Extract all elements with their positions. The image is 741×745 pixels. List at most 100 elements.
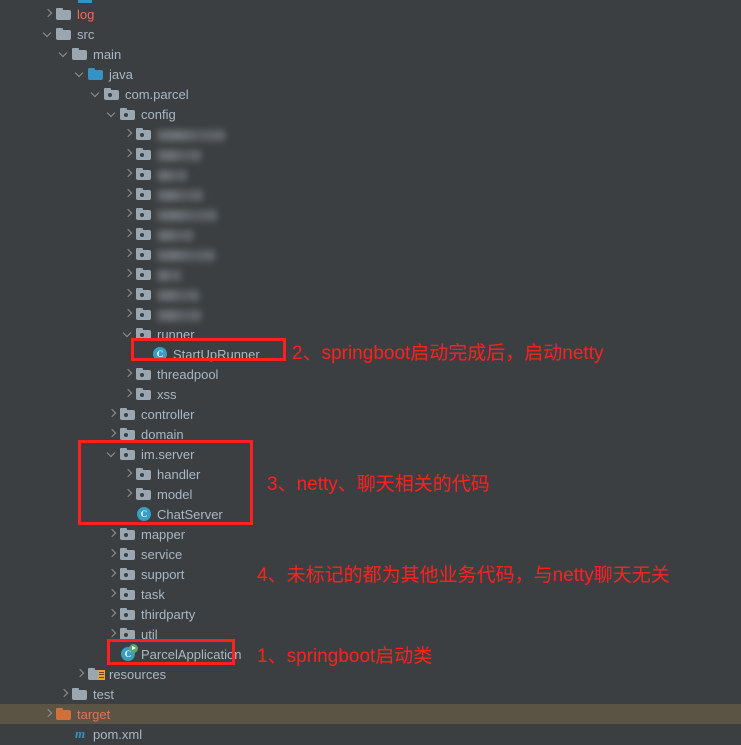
partial-row-above-sliver [78, 0, 92, 3]
tree-row[interactable] [0, 204, 741, 224]
no-arrow-spacer [120, 504, 136, 524]
resources-folder-icon [88, 666, 105, 682]
package-icon [136, 246, 152, 262]
tree-row-label [157, 247, 215, 262]
package-icon [136, 306, 152, 322]
note-3: 3、netty、聊天相关的代码 [267, 474, 490, 495]
no-arrow-spacer [136, 344, 152, 364]
chevron-right-icon[interactable] [120, 164, 136, 184]
package-icon [136, 166, 152, 182]
package-icon [136, 146, 152, 162]
tree-row[interactable]: target [0, 704, 741, 724]
tree-row-label [157, 267, 181, 282]
chevron-right-icon[interactable] [120, 364, 136, 384]
tree-row-label: task [141, 586, 165, 602]
tree-row[interactable]: C ChatServer [0, 504, 741, 524]
tree-row[interactable] [0, 224, 741, 244]
folder-icon [56, 26, 72, 42]
tree-row-label [157, 227, 193, 242]
package-icon [104, 86, 120, 102]
note-2: 2、springboot启动完成后，启动netty [292, 343, 604, 364]
chevron-right-icon[interactable] [40, 4, 56, 24]
tree-row[interactable]: main [0, 44, 741, 64]
tree-row[interactable]: task [0, 584, 741, 604]
chevron-right-icon[interactable] [104, 544, 120, 564]
run-badge-icon [129, 644, 138, 653]
tree-row[interactable]: im.server [0, 444, 741, 464]
chevron-right-icon[interactable] [56, 684, 72, 704]
chevron-right-icon[interactable] [104, 604, 120, 624]
tree-row[interactable]: config [0, 104, 741, 124]
tree-row[interactable] [0, 144, 741, 164]
chevron-right-icon[interactable] [104, 564, 120, 584]
tree-row-label: threadpool [157, 366, 219, 382]
chevron-right-icon[interactable] [120, 264, 136, 284]
chevron-down-icon[interactable] [120, 324, 136, 344]
tree-row[interactable]: domain [0, 424, 741, 444]
tree-row[interactable]: src [0, 24, 741, 44]
package-icon [120, 426, 136, 442]
tree-row[interactable] [0, 264, 741, 284]
project-tree-panel[interactable]: log src main java com.parcel config runner C Sta… [0, 0, 741, 745]
tree-row[interactable]: log [0, 4, 741, 24]
tree-row[interactable]: xss [0, 384, 741, 404]
chevron-down-icon[interactable] [56, 44, 72, 64]
chevron-down-icon[interactable] [104, 104, 120, 124]
chevron-right-icon[interactable] [120, 484, 136, 504]
tree-row-label: com.parcel [125, 86, 189, 102]
tree-row[interactable] [0, 304, 741, 324]
chevron-right-icon[interactable] [120, 244, 136, 264]
chevron-right-icon[interactable] [120, 124, 136, 144]
chevron-right-icon[interactable] [104, 584, 120, 604]
note-4: 4、未标记的都为其他业务代码，与netty聊天无关 [257, 565, 670, 586]
tree-row-label: model [157, 486, 193, 502]
tree-row[interactable]: threadpool [0, 364, 741, 384]
tree-row[interactable]: m pom.xml [0, 724, 741, 744]
tree-row[interactable]: com.parcel [0, 84, 741, 104]
package-icon [136, 226, 152, 242]
tree-row-label: support [141, 566, 185, 582]
redacted-package-name [157, 149, 201, 161]
tree-row[interactable] [0, 284, 741, 304]
chevron-right-icon[interactable] [120, 224, 136, 244]
no-arrow-spacer [104, 644, 120, 664]
tree-row-label [157, 287, 199, 302]
tree-row[interactable]: test [0, 684, 741, 704]
tree-row[interactable] [0, 164, 741, 184]
chevron-right-icon[interactable] [104, 624, 120, 644]
tree-row[interactable] [0, 184, 741, 204]
tree-row[interactable] [0, 244, 741, 264]
redacted-package-name [157, 309, 201, 321]
java-class-icon: C [136, 506, 152, 522]
tree-row[interactable]: thirdparty [0, 604, 741, 624]
tree-row-label: src [77, 26, 95, 42]
tree-row-label: pom.xml [93, 726, 143, 742]
tree-row[interactable]: controller [0, 404, 741, 424]
redacted-package-name [157, 129, 225, 141]
excluded-folder-icon [56, 706, 72, 722]
chevron-down-icon[interactable] [40, 24, 56, 44]
tree-row-label: main [93, 46, 122, 62]
tree-row[interactable] [0, 124, 741, 144]
chevron-right-icon[interactable] [120, 284, 136, 304]
chevron-down-icon[interactable] [104, 444, 120, 464]
chevron-right-icon[interactable] [120, 384, 136, 404]
chevron-right-icon[interactable] [120, 204, 136, 224]
chevron-right-icon[interactable] [104, 424, 120, 444]
chevron-right-icon[interactable] [120, 184, 136, 204]
chevron-right-icon[interactable] [120, 464, 136, 484]
chevron-right-icon[interactable] [72, 664, 88, 684]
chevron-right-icon[interactable] [104, 524, 120, 544]
chevron-down-icon[interactable] [72, 64, 88, 84]
chevron-right-icon[interactable] [104, 404, 120, 424]
java-class-icon: C [152, 346, 168, 362]
chevron-right-icon[interactable] [120, 304, 136, 324]
chevron-down-icon[interactable] [88, 84, 104, 104]
tree-row[interactable]: mapper [0, 524, 741, 544]
tree-row[interactable]: java [0, 64, 741, 84]
chevron-right-icon[interactable] [40, 704, 56, 724]
package-icon [120, 106, 136, 122]
tree-row-label: util [141, 626, 158, 642]
package-icon [120, 626, 136, 642]
chevron-right-icon[interactable] [120, 144, 136, 164]
